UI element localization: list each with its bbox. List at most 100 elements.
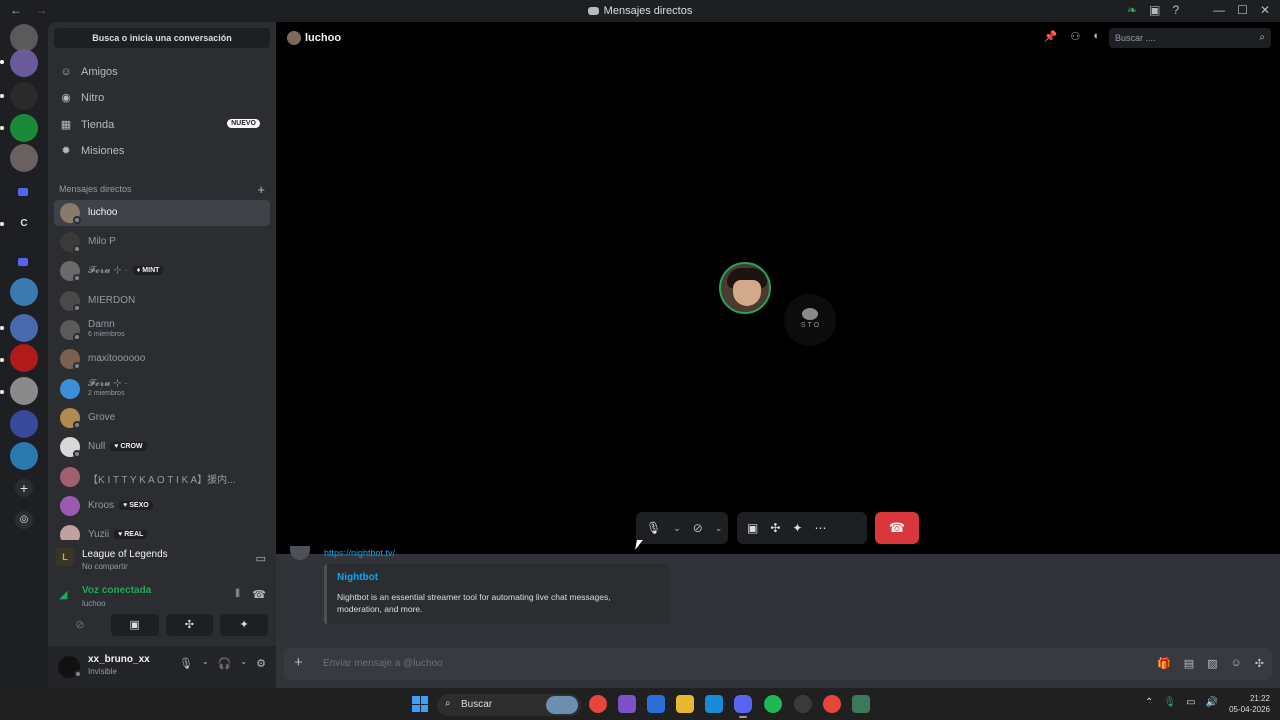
help-icon[interactable]: ?: [1172, 3, 1179, 17]
dm-item[interactable]: 𝓕𝓮𝓻𝓾 ⊹ · ♦ MINT: [54, 258, 270, 284]
server-avatar[interactable]: [10, 377, 38, 405]
maximize-button[interactable]: ☐: [1237, 3, 1248, 17]
folder-icon[interactable]: [18, 258, 28, 266]
chevron-down-icon[interactable]: ⌄: [240, 657, 247, 670]
app-icon[interactable]: [647, 695, 665, 713]
headphones-icon[interactable]: 🎧: [218, 657, 232, 670]
guild-tag: ♥ REAL: [114, 529, 148, 539]
discord-icon[interactable]: [734, 695, 752, 713]
server-avatar[interactable]: [10, 314, 38, 342]
server-avatar[interactable]: [10, 442, 38, 470]
server-avatar[interactable]: [10, 410, 38, 438]
dm-item[interactable]: Yuzii ♥ REAL: [54, 522, 270, 540]
search-input[interactable]: Buscar .... ⌕: [1109, 28, 1271, 48]
microphone-icon[interactable]: 🎙: [179, 657, 193, 670]
chevron-down-icon[interactable]: ⌄: [202, 657, 209, 670]
participant-avatar[interactable]: S T O: [784, 294, 836, 346]
leaf-icon[interactable]: ❧: [1127, 3, 1137, 17]
share-screen-icon[interactable]: ▣: [110, 614, 159, 636]
soundboard-icon[interactable]: ✦: [792, 521, 802, 535]
clock[interactable]: 21:22 05-04-2026: [1229, 693, 1270, 715]
dm-item[interactable]: Milo P: [54, 229, 270, 255]
noise-suppression-icon[interactable]: ⦀: [235, 588, 240, 601]
sticker-icon[interactable]: ▨: [1207, 657, 1217, 670]
gift-icon[interactable]: 🎁: [1157, 657, 1171, 670]
dm-item[interactable]: Kroos ♥ SEXO: [54, 493, 270, 519]
dm-item[interactable]: 【K I T T Y K A O T I K A】援内...: [54, 464, 270, 490]
dm-item[interactable]: Null ♥ CROW: [54, 434, 270, 460]
file-explorer-icon[interactable]: [676, 695, 694, 713]
chevron-up-icon[interactable]: ⌃: [1145, 697, 1153, 708]
add-friends-icon[interactable]: ⚇: [1070, 30, 1080, 43]
folder-icon[interactable]: [18, 188, 28, 196]
disconnect-icon[interactable]: ☎: [252, 588, 266, 601]
volume-icon[interactable]: 🔊: [1206, 697, 1218, 708]
minimize-button[interactable]: —: [1213, 3, 1225, 17]
server-avatar[interactable]: [10, 344, 38, 372]
share-screen-icon[interactable]: ▣: [747, 521, 758, 535]
inbox-icon[interactable]: ▣: [1149, 3, 1160, 17]
user-profile-icon[interactable]: ◐: [1093, 30, 1100, 43]
server-avatar[interactable]: [10, 278, 38, 306]
create-dm-icon[interactable]: +: [257, 182, 265, 197]
display-icon[interactable]: ▭: [1186, 697, 1195, 708]
soundboard-icon[interactable]: ✦: [220, 614, 268, 636]
pin-icon[interactable]: 📌: [1044, 30, 1058, 43]
dm-name: Milo P: [88, 236, 116, 247]
find-conversation-button[interactable]: Busca o inicia una conversación: [54, 28, 270, 48]
disconnect-call-button[interactable]: ☎: [875, 512, 919, 544]
app-icon[interactable]: [852, 695, 870, 713]
spotify-icon[interactable]: [764, 695, 782, 713]
embed-title[interactable]: Nightbot: [337, 572, 660, 583]
chrome-icon[interactable]: [589, 695, 607, 713]
stream-game-icon[interactable]: ▭: [256, 552, 266, 565]
camera-off-icon[interactable]: ⊘: [56, 614, 104, 636]
add-server-icon[interactable]: +: [15, 479, 33, 497]
participant-avatar-speaking[interactable]: [719, 262, 771, 314]
more-options-icon[interactable]: ⋯: [814, 521, 826, 535]
nav-shop[interactable]: ▦ Tienda NUEVO: [54, 112, 270, 138]
dm-item-group[interactable]: Damn 6 miembros: [54, 317, 270, 343]
microphone-icon[interactable]: 🎙: [1163, 697, 1176, 708]
emoji-icon[interactable]: ☺: [1231, 657, 1242, 670]
signal-icon[interactable]: ◢: [59, 588, 67, 601]
activities-icon[interactable]: ✣: [165, 614, 214, 636]
discover-icon[interactable]: ◎: [15, 511, 33, 529]
server-avatar[interactable]: [10, 49, 38, 77]
windows-start-icon[interactable]: [412, 696, 428, 712]
activities-icon[interactable]: ✣: [770, 521, 780, 535]
server-avatar[interactable]: [10, 114, 38, 142]
vscode-icon[interactable]: [705, 695, 723, 713]
visual-studio-icon[interactable]: [618, 695, 636, 713]
server-avatar[interactable]: [10, 144, 38, 172]
chevron-down-icon[interactable]: ⌄: [673, 523, 681, 534]
search-icon: ⌕: [1259, 32, 1265, 43]
server-avatar[interactable]: [10, 82, 38, 110]
dm-item-group[interactable]: 𝓕𝓮𝓻𝓾 ⊹ · 2 miembros: [54, 376, 270, 402]
microphone-icon[interactable]: 🎙: [646, 521, 661, 535]
nav-friends[interactable]: ☺ Amigos: [54, 59, 270, 85]
camera-off-icon[interactable]: ⊘: [693, 521, 703, 535]
gif-icon[interactable]: ▤: [1184, 657, 1194, 670]
app-icon[interactable]: [794, 695, 812, 713]
chevron-down-icon[interactable]: ⌄: [715, 523, 723, 534]
server-c-icon[interactable]: C: [10, 210, 38, 238]
dm-item[interactable]: MIERDON: [54, 288, 270, 314]
voice-status[interactable]: Voz conectada: [82, 585, 151, 596]
taskbar-search[interactable]: ⌕ Buscar: [437, 694, 581, 716]
settings-gear-icon[interactable]: ⚙: [256, 657, 266, 670]
chrome-icon[interactable]: [823, 695, 841, 713]
dm-item[interactable]: Grove: [54, 405, 270, 431]
close-button[interactable]: ✕: [1260, 3, 1270, 17]
username[interactable]: xx_bruno_xx: [88, 654, 150, 665]
server-avatar[interactable]: [10, 24, 38, 52]
message-composer[interactable]: + Enviar mensaje a @luchoo 🎁 ▤ ▨ ☺ ✣: [284, 648, 1272, 680]
apps-icon[interactable]: ✣: [1255, 657, 1264, 670]
upload-plus-icon[interactable]: +: [294, 654, 303, 671]
nav-nitro[interactable]: ◉ Nitro: [54, 85, 270, 111]
message-link[interactable]: https://nightbot.tv/: [324, 548, 395, 558]
dm-item[interactable]: maxitoooooo: [54, 346, 270, 372]
nav-quests[interactable]: ✹ Misiones: [54, 138, 270, 164]
dm-item-luchoo[interactable]: luchoo: [54, 200, 270, 226]
recipient-name[interactable]: luchoo: [305, 32, 341, 44]
